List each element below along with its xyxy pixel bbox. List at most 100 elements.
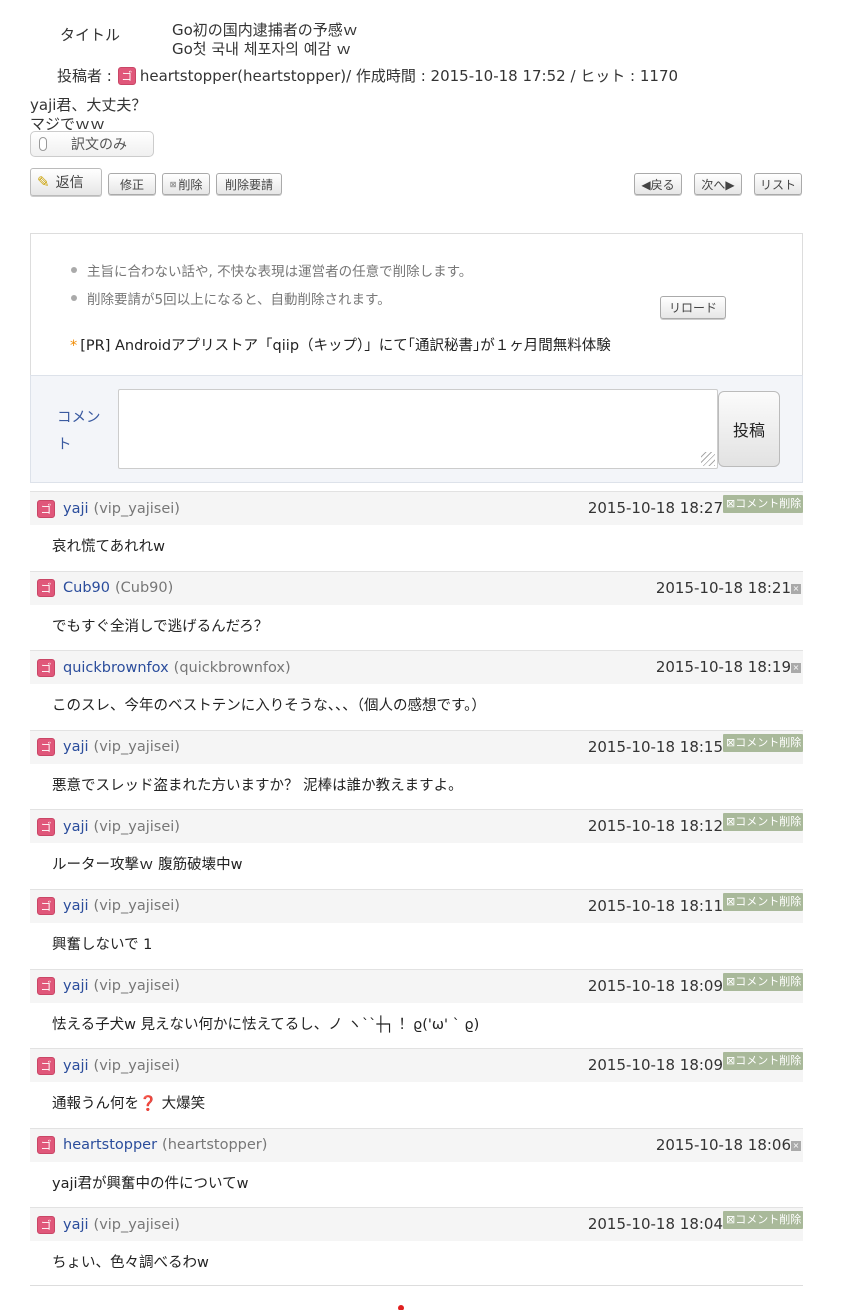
comment-author[interactable]: yaji xyxy=(63,978,89,994)
user-badge-icon: ゴ xyxy=(37,499,55,518)
delete-label: 削除 xyxy=(178,177,203,192)
delete-button[interactable]: ⊠ 削除 xyxy=(162,173,210,195)
comment-author[interactable]: yaji xyxy=(63,739,89,755)
comment-author-id: (heartstopper) xyxy=(162,1137,268,1154)
comment-date: 2015-10-18 18:27 xyxy=(587,499,723,517)
comment-label: コメント xyxy=(57,410,101,453)
indicator-dot-icon xyxy=(398,1305,404,1310)
post-meta-details: / 作成時間 : 2015-10-18 17:52 / ヒット : 1170 xyxy=(346,67,679,85)
submit-comment-button[interactable]: 投稿 xyxy=(718,391,780,467)
poster-label: 投稿者 : xyxy=(57,67,112,85)
comment-item: ゴ quickbrownfox (quickbrownfox) 2015-10-… xyxy=(30,650,803,730)
post-title-korean: Go첫 국내 체포자의 예감 ｗ xyxy=(172,40,352,58)
comment-list: ゴ yaji (vip_yajisei) 2015-10-18 18:27 ⊠コ… xyxy=(30,491,803,1287)
comment-delete-label: コメント削除 xyxy=(735,1054,802,1068)
comment-date: 2015-10-18 18:19 xyxy=(655,658,791,677)
comment-item: ゴ yaji (vip_yajisei) 2015-10-18 18:04 ⊠コ… xyxy=(30,1207,803,1287)
comment-text: ルーター攻撃ｗ 腹筋破壊中w xyxy=(52,857,243,874)
comment-delete-button[interactable]: ⊠コメント削除 xyxy=(723,733,803,752)
comment-item: ゴ heartstopper (heartstopper) 2015-10-18… xyxy=(30,1127,803,1208)
comment-author-id: (vip_yajisei) xyxy=(93,1216,180,1233)
comment-header: ゴ Cub90 (Cub90) 2015-10-18 18:21 × xyxy=(30,570,803,605)
comment-author-id: (vip_yajisei) xyxy=(93,500,180,517)
edit-button[interactable]: 修正 xyxy=(108,173,156,195)
comment-item: ゴ yaji (vip_yajisei) 2015-10-18 18:09 ⊠コ… xyxy=(30,1048,803,1128)
pr-link[interactable]: * [PR] Androidアプリストア「qiip（キップ）」にて｢通訳秘書｣が１… xyxy=(70,334,611,355)
comment-delete-button[interactable]: ⊠コメント削除 xyxy=(723,1211,803,1230)
list-button[interactable]: リスト xyxy=(754,173,802,195)
comment-text-part: 通報うん何を xyxy=(52,1096,139,1113)
comment-date: 2015-10-18 18:04 xyxy=(587,1215,723,1234)
comment-author[interactable]: yaji xyxy=(63,501,89,517)
comment-author-id: (vip_yajisei) xyxy=(93,739,180,756)
comment-text: 通報うん何を❓ 大爆笑 xyxy=(30,1082,803,1113)
comment-delete-label: コメント削除 xyxy=(735,497,802,510)
comment-header: ゴ quickbrownfox (quickbrownfox) 2015-10-… xyxy=(30,650,803,685)
comment-item: ゴ yaji (vip_yajisei) 2015-10-18 18:12 ⊠コ… xyxy=(30,809,803,889)
title-label: タイトル xyxy=(60,26,121,44)
post-body-line-1: yaji君、大丈夫？ xyxy=(30,96,147,114)
reload-button[interactable]: リロード xyxy=(660,296,726,319)
comment-author[interactable]: yaji xyxy=(63,819,89,835)
comment-date: 2015-10-18 18:12 xyxy=(587,817,723,836)
comment-author[interactable]: heartstopper xyxy=(63,1137,157,1153)
user-badge-icon: ゴ xyxy=(37,817,55,836)
comment-author-id: (vip_yajisei) xyxy=(93,898,180,915)
toggle-knob-icon xyxy=(39,137,47,151)
delete-request-button[interactable]: 削除要請 xyxy=(216,173,282,195)
comment-textarea[interactable] xyxy=(118,389,718,469)
reply-button[interactable]: ✎ 返信 xyxy=(30,168,102,196)
comment-item: ゴ yaji (vip_yajisei) 2015-10-18 18:09 ⊠コ… xyxy=(30,968,803,1049)
comment-date: 2015-10-18 18:09 xyxy=(587,1056,723,1075)
comment-header: ゴ yaji (vip_yajisei) 2015-10-18 18:12 ⊠コ… xyxy=(30,809,803,844)
notice-item: 削除要請が5回以上になると、自動削除されます。 xyxy=(71,288,472,308)
user-badge-icon: ゴ xyxy=(37,579,55,598)
comment-item: ゴ Cub90 (Cub90) 2015-10-18 18:21 × でもすぐ全… xyxy=(30,570,803,651)
comment-date: 2015-10-18 18:15 xyxy=(587,737,723,756)
post-title-japanese: Go初の国内逮捕者の予感ｗ xyxy=(172,21,358,39)
user-badge-icon: ゴ xyxy=(37,738,55,757)
comment-delete-label: コメント削除 xyxy=(735,815,802,829)
user-badge-icon: ゴ xyxy=(37,1056,55,1075)
comment-header: ゴ yaji (vip_yajisei) 2015-10-18 18:04 ⊠コ… xyxy=(30,1207,803,1242)
user-badge-icon: ゴ xyxy=(37,1215,55,1234)
comment-text: 興奮しないで 1 xyxy=(52,936,153,953)
question-mark-icon: ❓ xyxy=(139,1096,158,1113)
comment-author[interactable]: Cub90 xyxy=(63,580,110,596)
comment-date: 2015-10-18 18:06 xyxy=(655,1135,791,1154)
comment-author[interactable]: yaji xyxy=(63,1217,89,1233)
comment-text: でもすぐ全消しで逃げるんだろ？ xyxy=(52,618,269,635)
comment-delete-button[interactable]: ⊠コメント削除 xyxy=(723,972,803,991)
close-icon[interactable]: × xyxy=(791,1140,801,1151)
comment-date: 2015-10-18 18:09 xyxy=(587,976,723,995)
comment-text: 怯える子犬w 見えない何かに怯えてるし、ノ ヽ``┼┐ ！ϱ('ω' ` ϱ) xyxy=(52,1016,480,1033)
comment-delete-button[interactable]: ⊠コメント削除 xyxy=(723,892,803,911)
close-icon[interactable]: × xyxy=(791,663,801,674)
poster-name[interactable]: heartstopper(heartstopper) xyxy=(140,67,346,85)
comment-item: ゴ yaji (vip_yajisei) 2015-10-18 18:27 ⊠コ… xyxy=(30,491,803,571)
comment-header: ゴ yaji (vip_yajisei) 2015-10-18 18:15 ⊠コ… xyxy=(30,729,803,764)
comment-author[interactable]: yaji xyxy=(63,898,89,914)
notice-item: 主旨に合わない話や, 不快な表現は運営者の任意で削除します。 xyxy=(71,260,472,280)
asterisk-icon: * xyxy=(70,338,78,354)
comment-header: ゴ yaji (vip_yajisei) 2015-10-18 18:09 ⊠コ… xyxy=(30,968,803,1003)
comment-header: ゴ yaji (vip_yajisei) 2015-10-18 18:09 ⊠コ… xyxy=(30,1048,803,1083)
comment-delete-button[interactable]: ⊠コメント削除 xyxy=(723,813,803,832)
prev-button[interactable]: ◀戻る xyxy=(634,173,682,195)
user-badge-icon: ゴ xyxy=(37,658,55,677)
resize-grip-icon[interactable] xyxy=(701,452,715,466)
comment-author[interactable]: yaji xyxy=(63,1058,89,1074)
post-meta: 投稿者 : ゴ heartstopper(heartstopper) / 作成時… xyxy=(57,65,678,86)
comment-text-part: 大爆笑 xyxy=(157,1096,206,1113)
close-icon[interactable]: × xyxy=(791,583,801,594)
comment-author[interactable]: quickbrownfox xyxy=(63,660,169,676)
comment-delete-label: コメント削除 xyxy=(735,735,802,749)
comment-delete-button[interactable]: ⊠コメント削除 xyxy=(723,1052,803,1071)
comment-author-id: (vip_yajisei) xyxy=(93,1057,180,1074)
notice-list: 主旨に合わない話や, 不快な表現は運営者の任意で削除します。 削除要請が5回以上… xyxy=(71,260,472,316)
comment-author-id: (vip_yajisei) xyxy=(93,978,180,995)
next-button[interactable]: 次へ▶ xyxy=(694,173,742,195)
translation-only-toggle[interactable]: 訳文のみ xyxy=(30,131,154,157)
comment-delete-button[interactable]: ⊠コメント削除 xyxy=(723,495,803,513)
reply-label: 返信 xyxy=(55,175,84,191)
